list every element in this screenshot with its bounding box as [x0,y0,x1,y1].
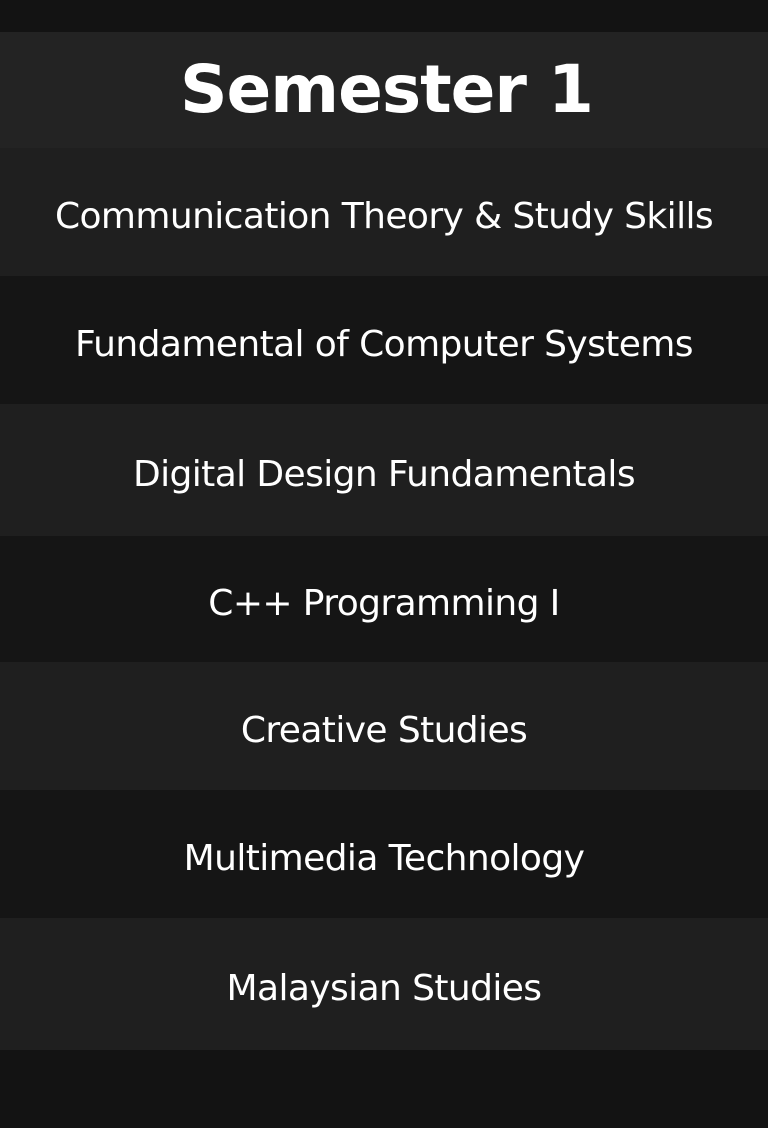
course-row-cpp-programming[interactable]: C++ Programming I [0,536,768,662]
course-row-communication-theory[interactable]: Communication Theory & Study Skills [0,148,768,276]
course-row-creative-studies[interactable]: Creative Studies [0,662,768,790]
course-list: Communication Theory & Study Skills Fund… [0,148,768,1050]
course-label: Fundamental of Computer Systems [75,323,693,365]
course-row-multimedia-technology[interactable]: Multimedia Technology [0,790,768,918]
semester-screen: Semester 1 Communication Theory & Study … [0,0,768,1128]
course-label: C++ Programming I [208,582,560,624]
course-row-computer-systems[interactable]: Fundamental of Computer Systems [0,276,768,404]
course-label: Malaysian Studies [226,967,543,1009]
course-label: Communication Theory & Study Skills [54,195,714,237]
course-label: Creative Studies [240,709,528,751]
course-row-digital-design[interactable]: Digital Design Fundamentals [0,404,768,536]
course-label: Digital Design Fundamentals [133,453,636,495]
course-label: Multimedia Technology [183,837,585,879]
course-row-malaysian-studies[interactable]: Malaysian Studies [0,918,768,1050]
page-title: Semester 1 [180,51,594,128]
